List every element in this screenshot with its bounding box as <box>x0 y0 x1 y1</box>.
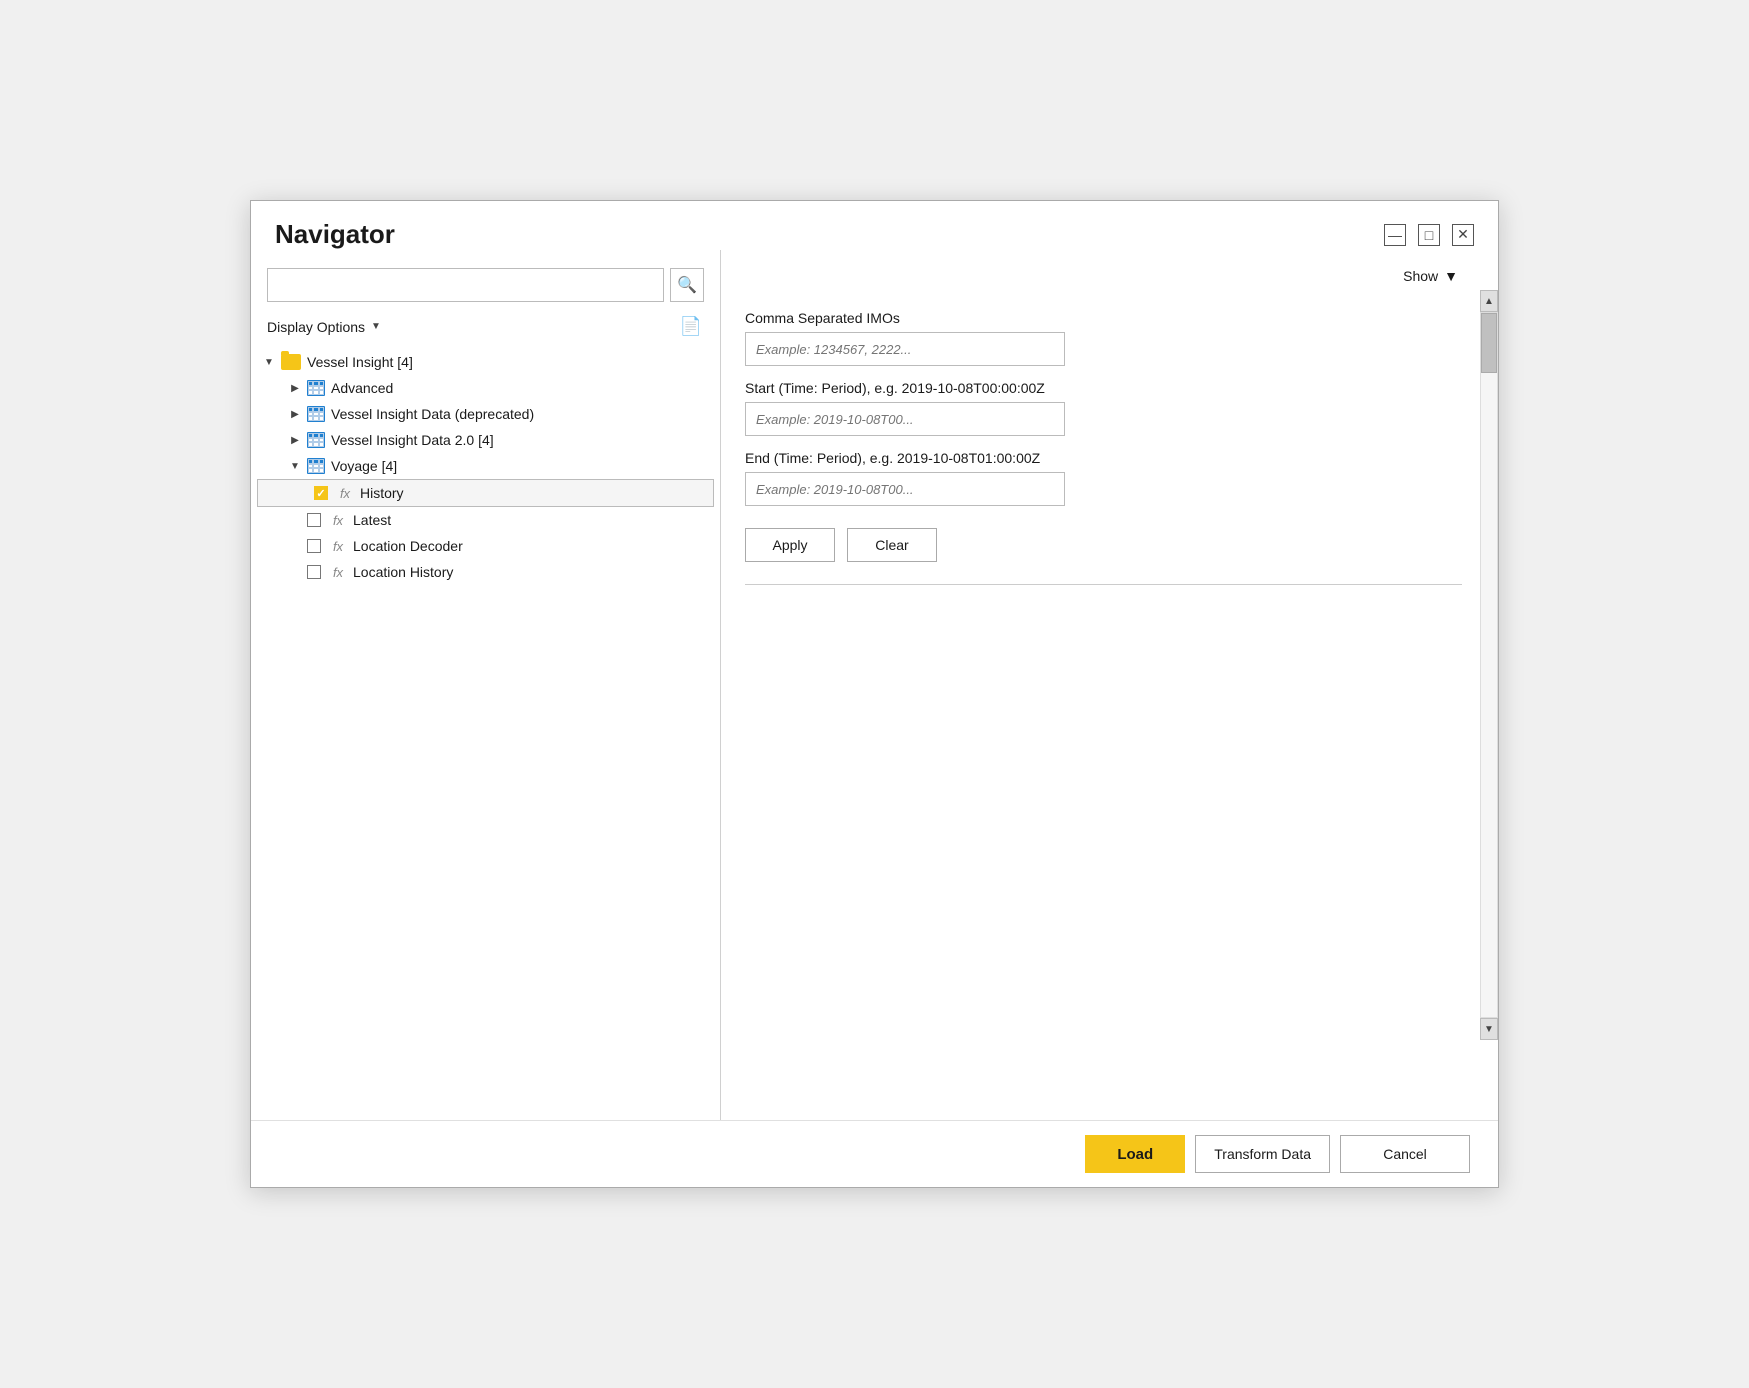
navigator-window: Navigator — □ ✕ 🔍 Display Options ▼ <box>250 200 1499 1188</box>
show-button[interactable]: Show ▼ <box>1403 268 1458 284</box>
search-icon: 🔍 <box>677 275 697 295</box>
left-panel: 🔍 Display Options ▼ 📄 ▼ Vessel Insight <box>251 250 721 1120</box>
transform-data-button[interactable]: Transform Data <box>1195 1135 1330 1173</box>
tree-item-vessel-insight-data-deprecated[interactable]: ▶ Vessel Insight Data (deprecated) <box>251 401 720 427</box>
table-icon-vid20 <box>307 432 325 448</box>
location-decoder-checkbox[interactable] <box>307 539 321 553</box>
right-header: Show ▼ <box>721 268 1498 296</box>
tree-item-history[interactable]: fx History <box>257 479 714 507</box>
end-input[interactable] <box>745 472 1065 506</box>
imos-label: Comma Separated IMOs <box>745 310 1462 326</box>
export-button[interactable]: 📄 <box>678 314 704 339</box>
location-history-label: Location History <box>353 564 453 580</box>
end-label: End (Time: Period), e.g. 2019-10-08T01:0… <box>745 450 1462 466</box>
latest-fx-icon: fx <box>329 513 347 528</box>
scroll-up-button[interactable]: ▲ <box>1480 290 1498 312</box>
divider <box>745 584 1462 585</box>
table-icon-voyage <box>307 458 325 474</box>
location-decoder-fx-icon: fx <box>329 539 347 554</box>
minimize-button[interactable]: — <box>1384 224 1406 246</box>
toggle-vid20[interactable]: ▶ <box>287 432 303 448</box>
table-icon-vid-deprecated <box>307 406 325 422</box>
vid-deprecated-label: Vessel Insight Data (deprecated) <box>331 406 534 422</box>
toggle-vid-deprecated[interactable]: ▶ <box>287 406 303 422</box>
main-content: 🔍 Display Options ▼ 📄 ▼ Vessel Insight <box>251 250 1498 1120</box>
tree-item-voyage[interactable]: ▼ Voyage [4] <box>251 453 720 479</box>
maximize-button[interactable]: □ <box>1418 224 1440 246</box>
scrollbar[interactable]: ▲ ▼ <box>1480 290 1498 1040</box>
close-button[interactable]: ✕ <box>1452 224 1474 246</box>
tree-item-location-decoder[interactable]: fx Location Decoder <box>251 533 720 559</box>
folder-icon <box>281 354 301 370</box>
latest-label: Latest <box>353 512 391 528</box>
imos-input[interactable] <box>745 332 1065 366</box>
cancel-button[interactable]: Cancel <box>1340 1135 1470 1173</box>
tree: ▼ Vessel Insight [4] ▶ Advanced <box>251 349 720 1120</box>
display-options-arrow-icon: ▼ <box>371 321 381 332</box>
window-title: Navigator <box>275 219 395 250</box>
show-label: Show <box>1403 268 1438 284</box>
search-button[interactable]: 🔍 <box>670 268 704 302</box>
history-checkbox[interactable] <box>314 486 328 500</box>
tree-item-vessel-insight[interactable]: ▼ Vessel Insight [4] <box>251 349 720 375</box>
clear-button[interactable]: Clear <box>847 528 937 562</box>
toggle-vessel-insight[interactable]: ▼ <box>261 354 277 370</box>
location-history-fx-icon: fx <box>329 565 347 580</box>
toggle-voyage[interactable]: ▼ <box>287 458 303 474</box>
load-button[interactable]: Load <box>1085 1135 1185 1173</box>
voyage-label: Voyage [4] <box>331 458 397 474</box>
right-panel: Show ▼ ▲ ▼ Comma Separated IMOs Start (T… <box>721 250 1498 1120</box>
show-arrow-icon: ▼ <box>1444 268 1458 284</box>
apply-button[interactable]: Apply <box>745 528 835 562</box>
tree-item-advanced[interactable]: ▶ Advanced <box>251 375 720 401</box>
table-icon-advanced <box>307 380 325 396</box>
vid20-label: Vessel Insight Data 2.0 [4] <box>331 432 494 448</box>
scroll-thumb[interactable] <box>1481 313 1497 373</box>
advanced-label: Advanced <box>331 380 393 396</box>
right-content: Comma Separated IMOs Start (Time: Period… <box>721 296 1498 1120</box>
history-label: History <box>360 485 404 501</box>
window-controls: — □ ✕ <box>1384 224 1474 246</box>
search-row: 🔍 <box>251 268 720 314</box>
action-row: Apply Clear <box>745 528 1462 562</box>
start-label: Start (Time: Period), e.g. 2019-10-08T00… <box>745 380 1462 396</box>
history-fx-icon: fx <box>336 486 354 501</box>
export-icon: 📄 <box>680 316 702 336</box>
scroll-down-button[interactable]: ▼ <box>1480 1018 1498 1040</box>
display-options-button[interactable]: Display Options ▼ <box>267 319 381 335</box>
title-bar: Navigator — □ ✕ <box>251 201 1498 250</box>
search-input[interactable] <box>267 268 664 302</box>
vessel-insight-label: Vessel Insight [4] <box>307 354 413 370</box>
latest-checkbox[interactable] <box>307 513 321 527</box>
bottom-bar: Load Transform Data Cancel <box>251 1120 1498 1187</box>
location-history-checkbox[interactable] <box>307 565 321 579</box>
tree-item-location-history[interactable]: fx Location History <box>251 559 720 585</box>
toggle-advanced[interactable]: ▶ <box>287 380 303 396</box>
tree-item-latest[interactable]: fx Latest <box>251 507 720 533</box>
tree-item-vessel-insight-data-20[interactable]: ▶ Vessel Insight Data 2.0 [4] <box>251 427 720 453</box>
scroll-track[interactable] <box>1480 312 1498 1018</box>
display-options-label: Display Options <box>267 319 365 335</box>
location-decoder-label: Location Decoder <box>353 538 463 554</box>
display-options-row: Display Options ▼ 📄 <box>251 314 720 349</box>
start-input[interactable] <box>745 402 1065 436</box>
